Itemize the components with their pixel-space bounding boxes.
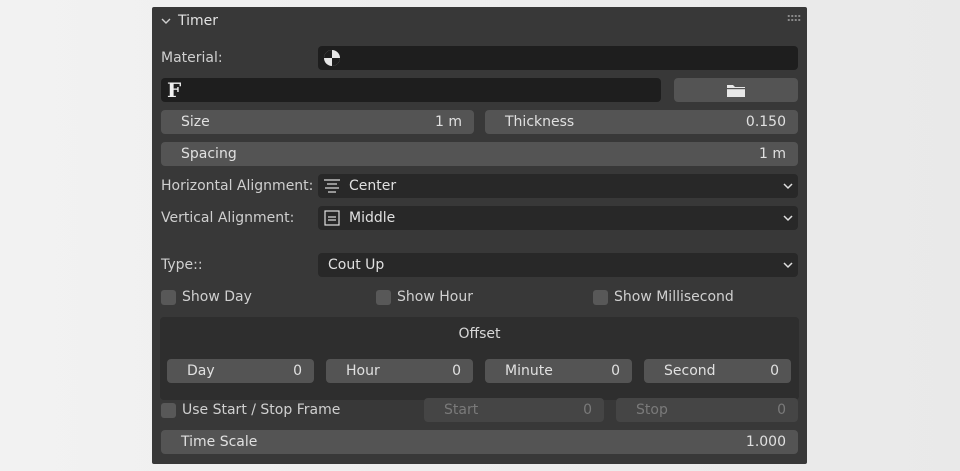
horizontal-alignment-value: Center <box>349 178 397 194</box>
spacing-value: 1 m <box>759 146 786 162</box>
timer-panel: Timer Material: F Size 1 m Thickness 0.1… <box>152 7 807 464</box>
use-start-stop-checkbox[interactable]: Use Start / Stop Frame <box>161 399 340 421</box>
offset-second-value: 0 <box>770 363 779 379</box>
font-glyph-icon: F <box>167 78 182 102</box>
offset-subpanel: Offset Day 0 Hour 0 Minute 0 Second 0 <box>160 317 799 400</box>
drag-handle-icon[interactable] <box>787 14 801 22</box>
horizontal-alignment-label: Horizontal Alignment: <box>161 178 314 194</box>
offset-day-label: Day <box>187 363 215 379</box>
show-hour-checkbox[interactable]: Show Hour <box>376 286 473 308</box>
material-label: Material: <box>161 50 223 66</box>
offset-day-field[interactable]: Day 0 <box>167 359 314 383</box>
checkbox-box[interactable] <box>161 289 176 305</box>
stop-frame-value: 0 <box>777 402 786 418</box>
vertical-alignment-label: Vertical Alignment: <box>161 210 295 226</box>
material-sphere-icon <box>323 49 341 67</box>
chevron-down-icon <box>782 258 794 272</box>
show-day-checkbox[interactable]: Show Day <box>161 286 252 308</box>
offset-title: Offset <box>458 326 501 342</box>
show-hour-label: Show Hour <box>397 289 473 305</box>
time-scale-field[interactable]: Time Scale 1.000 <box>161 430 798 454</box>
align-middle-icon <box>323 210 341 226</box>
chevron-down-icon[interactable] <box>160 15 172 27</box>
checkbox-box[interactable] <box>593 289 608 305</box>
thickness-label: Thickness <box>505 114 575 130</box>
vertical-alignment-select[interactable]: Middle <box>318 206 798 230</box>
chevron-down-icon <box>782 179 794 193</box>
horizontal-alignment-select[interactable]: Center <box>318 174 798 198</box>
size-value: 1 m <box>435 114 462 130</box>
time-scale-value: 1.000 <box>745 434 786 450</box>
offset-day-value: 0 <box>293 363 302 379</box>
offset-second-label: Second <box>664 363 716 379</box>
offset-minute-field[interactable]: Minute 0 <box>485 359 632 383</box>
type-label: Type:: <box>161 257 203 273</box>
font-field[interactable]: F <box>161 78 661 102</box>
align-center-icon <box>323 178 341 194</box>
time-scale-label: Time Scale <box>181 434 258 450</box>
spacing-field[interactable]: Spacing 1 m <box>161 142 798 166</box>
thickness-value: 0.150 <box>745 114 786 130</box>
folder-icon <box>726 82 746 98</box>
chevron-down-icon <box>782 211 794 225</box>
open-font-button[interactable] <box>674 78 798 102</box>
stop-frame-label: Stop <box>636 402 668 418</box>
show-millisecond-label: Show Millisecond <box>614 289 734 305</box>
use-start-stop-label: Use Start / Stop Frame <box>182 402 341 418</box>
show-day-label: Show Day <box>182 289 252 305</box>
offset-minute-label: Minute <box>505 363 553 379</box>
thickness-field[interactable]: Thickness 0.150 <box>485 110 798 134</box>
stop-frame-field[interactable]: Stop 0 <box>616 398 798 422</box>
start-frame-field[interactable]: Start 0 <box>424 398 604 422</box>
offset-hour-field[interactable]: Hour 0 <box>326 359 473 383</box>
panel-header[interactable]: Timer <box>152 7 807 34</box>
start-frame-value: 0 <box>583 402 592 418</box>
checkbox-box[interactable] <box>376 289 391 305</box>
size-field[interactable]: Size 1 m <box>161 110 474 134</box>
offset-hour-value: 0 <box>452 363 461 379</box>
offset-minute-value: 0 <box>611 363 620 379</box>
offset-hour-label: Hour <box>346 363 380 379</box>
material-field[interactable] <box>318 46 798 70</box>
vertical-alignment-value: Middle <box>349 210 396 226</box>
spacing-label: Spacing <box>181 146 237 162</box>
offset-second-field[interactable]: Second 0 <box>644 359 791 383</box>
checkbox-box[interactable] <box>161 402 176 418</box>
size-label: Size <box>181 114 210 130</box>
type-value: Cout Up <box>328 257 385 273</box>
type-select[interactable]: Cout Up <box>318 253 798 277</box>
panel-title: Timer <box>178 12 219 29</box>
start-frame-label: Start <box>444 402 479 418</box>
show-millisecond-checkbox[interactable]: Show Millisecond <box>593 286 734 308</box>
